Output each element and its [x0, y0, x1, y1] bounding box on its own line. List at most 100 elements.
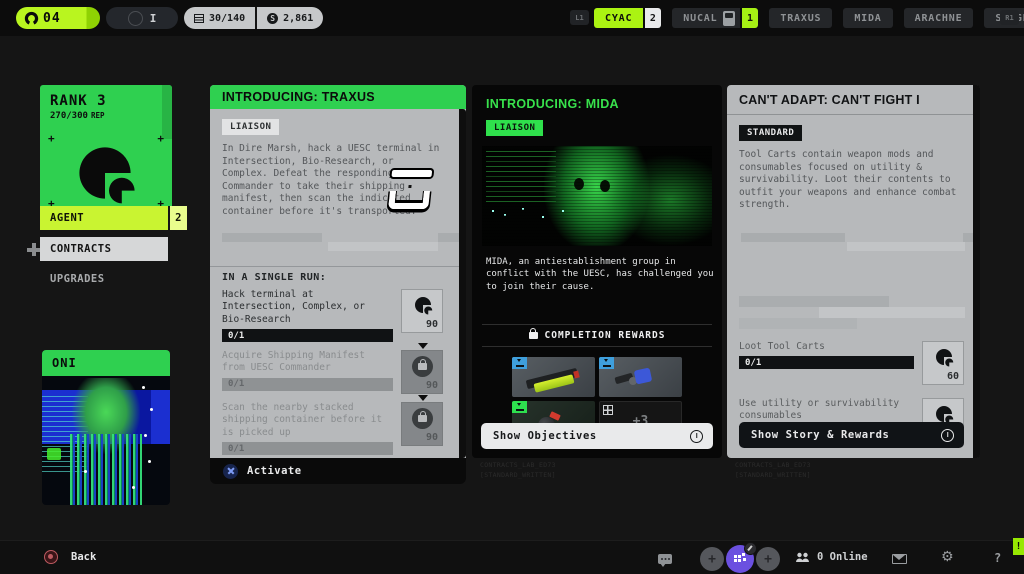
bumper-right-icon: R1 — [1000, 10, 1019, 25]
online-count-label: 0 Online — [817, 551, 868, 563]
plus-mark: + — [48, 133, 55, 144]
add-squadmate-button[interactable]: + — [756, 547, 780, 571]
bottom-bar: Back + + 0 Online — [0, 540, 1024, 574]
decor-block — [438, 233, 459, 242]
reward-amount: 60 — [947, 371, 959, 382]
decor-block — [328, 242, 438, 251]
tab-label: MIDA — [843, 8, 892, 28]
plus-mark: + — [157, 133, 164, 144]
show-story-rewards-button[interactable]: Show Story & Rewards — [739, 422, 964, 448]
player-level: 04 — [43, 11, 61, 26]
back-button[interactable]: Back — [44, 550, 96, 564]
device-icon — [723, 11, 735, 26]
add-squadmate-button[interactable]: + — [700, 547, 724, 571]
gear-icon[interactable] — [941, 549, 954, 565]
tab-mida[interactable]: MIDA — [843, 8, 892, 28]
decor-block — [963, 233, 973, 242]
cursor-reticle-bracket — [388, 191, 430, 209]
objectives-section: IN A SINGLE RUN: Hack terminal at Inters… — [210, 266, 459, 458]
objective-progress: 0/1 — [222, 329, 393, 342]
show-objectives-button[interactable]: Show Objectives — [481, 423, 713, 449]
mail-icon[interactable] — [892, 554, 907, 564]
oni-header: ONI — [42, 350, 170, 376]
supply-value: 30/140 — [209, 13, 245, 24]
oni-art-hair — [70, 434, 142, 505]
footnote-line: [STANDARD_WRITTEN] — [480, 471, 680, 481]
cyac-rep-icon — [934, 347, 954, 367]
objective-progress: 0/1 — [222, 442, 393, 455]
activate-label: Activate — [247, 465, 302, 477]
objective-text: Acquire Shipping Manifest from UESC Comm… — [222, 350, 393, 375]
tab-nucal[interactable]: NUCAL 1 — [672, 8, 758, 28]
rep-value: 270/300 — [50, 111, 88, 121]
supply-grid-icon — [194, 14, 204, 23]
contract-type-badge: STANDARD — [739, 125, 802, 141]
footnote-line: CONTRACTS_LAB_ED73 — [735, 461, 935, 471]
credits-icon — [267, 13, 278, 24]
bumper-left-icon: L1 — [570, 10, 589, 25]
tab-label: TRAXUS — [769, 8, 832, 28]
sidebar-item-upgrades[interactable]: UPGRADES — [50, 271, 105, 287]
oni-panel: ONI — [42, 350, 170, 505]
rank-title: RANK 3 — [50, 93, 107, 109]
agent-count-badge: 2 — [168, 206, 187, 230]
objective-progress: 0/1 — [222, 378, 393, 391]
notification-badge[interactable]: ! — [1013, 538, 1024, 555]
marathon-logo-icon — [24, 11, 39, 26]
player-avatar[interactable] — [726, 545, 754, 573]
activate-bar[interactable]: Activate — [210, 458, 466, 484]
reward-amount: 90 — [426, 432, 438, 443]
grid-icon — [603, 405, 613, 415]
online-status: 0 Online — [795, 551, 868, 563]
unlock-badge-icon — [512, 357, 527, 369]
decor-block — [739, 296, 889, 307]
tab-label: NUCAL — [672, 8, 723, 28]
friends-icon — [795, 552, 810, 563]
oni-portrait-image — [42, 376, 170, 505]
objective-progress: 0/1 — [739, 356, 914, 369]
art-scanlines — [482, 146, 712, 246]
credits-value: 2,861 — [283, 13, 313, 24]
decor-block — [739, 318, 857, 329]
tab-label: ARACHNE — [904, 8, 974, 28]
squad-slot-label: I — [150, 12, 157, 25]
contract-title: INTRODUCING: TRAXUS — [210, 85, 466, 109]
avatar-glyph — [734, 555, 737, 558]
chain-arrow-icon — [418, 343, 428, 349]
help-icon[interactable] — [994, 551, 1001, 565]
dpad-icon — [27, 243, 40, 256]
reward-box: 90 — [401, 289, 443, 333]
cursor-reticle-top — [391, 170, 432, 177]
squad-slot-pill[interactable]: I — [106, 7, 178, 29]
reward-tile-attachment[interactable] — [599, 357, 682, 397]
cursor-reticle — [386, 168, 439, 214]
mida-key-art-image — [482, 146, 712, 246]
contract-title: CAN'T ADAPT: CAN'T FIGHT I — [727, 85, 980, 115]
objective-text: Loot Tool Carts — [739, 341, 914, 353]
sidebar-item-agent[interactable]: AGENT 2 — [40, 206, 187, 230]
chat-icon[interactable] — [658, 554, 672, 564]
circle-button-icon — [44, 550, 58, 564]
tab-cyac[interactable]: CYAC 2 — [594, 8, 661, 28]
decor-block — [741, 233, 845, 242]
sidebar-item-label: CONTRACTS — [50, 243, 111, 255]
tab-label: CYAC — [594, 8, 643, 28]
contract-id-footnote: CONTRACTS_LAB_ED73 [STANDARD_WRITTEN] — [735, 461, 935, 481]
rank-rep: 270/300REP — [50, 111, 104, 121]
reward-weapon-image — [573, 371, 580, 379]
tab-arachne[interactable]: ARACHNE — [904, 8, 974, 28]
tab-count-badge: 1 — [740, 8, 758, 28]
card-edge-rail — [459, 109, 466, 458]
objective-text: Hack terminal at Intersection, Complex, … — [222, 289, 393, 326]
reward-tile-weapon[interactable] — [512, 357, 595, 397]
decor-block — [222, 233, 322, 242]
sidebar-item-contracts[interactable]: CONTRACTS — [40, 237, 168, 261]
back-label: Back — [71, 551, 96, 563]
objective-text: Scan the nearby stacked shipping contain… — [222, 402, 393, 439]
lock-icon — [412, 356, 433, 377]
info-icon — [690, 430, 703, 443]
faction-tabs: CYAC 2 NUCAL 1 TRAXUS MIDA ARACHNE SEKGE… — [594, 8, 1024, 28]
reward-box-locked: 90 — [401, 402, 443, 446]
faction-rank-card: RANK 3 270/300REP + + + + — [40, 85, 172, 215]
tab-traxus[interactable]: TRAXUS — [769, 8, 832, 28]
